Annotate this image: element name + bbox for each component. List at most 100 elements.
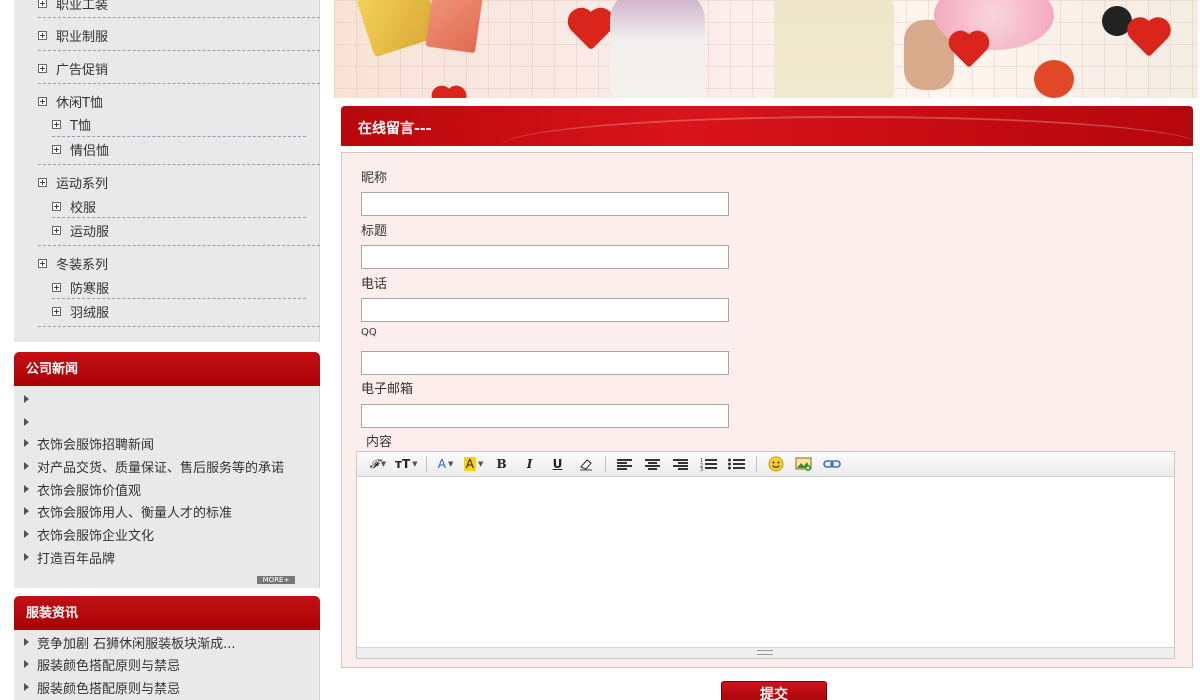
submit-button[interactable]: 提交 <box>721 681 827 700</box>
news-item[interactable] <box>24 389 316 409</box>
expand-icon <box>52 225 61 235</box>
bullet-icon <box>24 683 29 691</box>
nickname-label: 昵称 <box>361 171 388 186</box>
news-item[interactable]: 衣饰会服饰用人、衡量人才的标准 <box>24 501 316 521</box>
eraser-icon[interactable] <box>575 455 597 473</box>
model-figure-graphic <box>610 0 705 98</box>
bullet-icon <box>24 530 29 538</box>
divider <box>38 83 320 84</box>
insert-image-icon[interactable] <box>793 455 815 473</box>
divider <box>38 17 320 18</box>
divider <box>38 326 320 327</box>
font-family-button[interactable]: 𝓕 ▼ <box>367 455 389 473</box>
divider <box>38 164 320 165</box>
bullet-icon <box>24 418 29 426</box>
unordered-list-icon[interactable] <box>726 455 748 473</box>
align-left-icon[interactable] <box>614 455 636 473</box>
expand-icon <box>52 144 61 154</box>
news-item[interactable]: 衣饰会服饰招聘新闻 <box>24 433 316 453</box>
category-tree: 职业工装 职业制服 广告促销 休闲T恤 T恤 情侣恤 运动系列 校服 运动服 冬… <box>14 0 320 342</box>
bullet-icon <box>24 553 29 561</box>
bold-button[interactable]: B <box>491 455 513 473</box>
more-button[interactable]: MORE+ <box>257 576 295 584</box>
subcategory-item[interactable]: T恤 <box>52 113 306 135</box>
font-size-button[interactable]: тT ▼ <box>395 455 418 473</box>
expand-icon <box>38 63 47 73</box>
font-color-button[interactable]: A ▼ <box>435 455 457 473</box>
expand-icon <box>38 30 47 40</box>
subcategory-item[interactable]: 羽绒服 <box>52 300 306 322</box>
expand-icon <box>52 119 61 129</box>
link-icon[interactable] <box>821 455 843 473</box>
news-item[interactable]: 打造百年品牌 <box>24 547 316 567</box>
fashion-info-list: 竞争加剧 石狮休闲服装板块渐成... 服装颜色搭配原则与禁忌 服装颜色搭配原则与… <box>14 630 320 700</box>
category-item[interactable]: 职业制服 <box>38 24 306 46</box>
heart-icon <box>434 88 464 98</box>
shopping-bag-graphic <box>425 0 483 54</box>
content-textarea[interactable] <box>357 477 1174 647</box>
dropdown-icon: ▼ <box>447 460 454 468</box>
nickname-input[interactable] <box>361 192 729 216</box>
message-section-header: 在线留言--- <box>341 106 1193 146</box>
category-item[interactable]: 广告促销 <box>38 57 306 79</box>
italic-button[interactable]: I <box>519 455 541 473</box>
divider <box>52 136 306 137</box>
subcategory-item[interactable]: 情侣恤 <box>52 138 306 160</box>
fashion-info-title: 服装资讯 <box>14 596 320 630</box>
email-label: 电子邮箱 <box>361 382 414 397</box>
editor-toolbar: 𝓕 ▼ тT ▼ A ▼ A ▼ B I U 123 <box>357 452 1174 477</box>
phone-input[interactable] <box>361 298 729 322</box>
left-sidebar: 职业工装 职业制服 广告促销 休闲T恤 T恤 情侣恤 运动系列 校服 运动服 冬… <box>0 0 332 700</box>
news-item[interactable]: 对产品交货、质量保证、售后服务等的承诺 <box>24 456 316 476</box>
decorative-swoosh <box>501 116 1193 146</box>
category-item[interactable]: 职业工装 <box>38 0 306 14</box>
toolbar-separator <box>425 456 427 472</box>
bullet-icon <box>24 439 29 447</box>
bullet-icon <box>24 507 29 515</box>
company-news-list: 衣饰会服饰招聘新闻 对产品交货、质量保证、售后服务等的承诺 衣饰会服饰价值观 衣… <box>14 386 320 588</box>
news-item[interactable] <box>24 412 316 432</box>
resize-grip-icon <box>757 650 773 655</box>
subject-label: 标题 <box>361 224 388 239</box>
align-center-icon[interactable] <box>642 455 664 473</box>
dropdown-icon: ▼ <box>412 460 418 468</box>
email-input[interactable] <box>361 404 729 428</box>
resize-handle[interactable] <box>357 647 1174 658</box>
news-item[interactable]: 竞争加剧 石狮休闲服装板块渐成... <box>24 632 316 652</box>
banner-image <box>334 0 1198 98</box>
subcategory-item[interactable]: 运动服 <box>52 219 306 241</box>
content-label: 内容 <box>366 435 393 450</box>
qq-input[interactable] <box>361 351 729 375</box>
svg-text:3: 3 <box>700 467 703 471</box>
highlight-color-button[interactable]: A ▼ <box>463 455 485 473</box>
expand-icon <box>52 201 61 211</box>
message-section-title: 在线留言--- <box>358 121 432 137</box>
category-item[interactable]: 冬装系列 <box>38 252 306 274</box>
news-item[interactable]: 服装颜色搭配原则与禁忌 <box>24 654 316 674</box>
bullet-icon <box>24 395 29 403</box>
news-item[interactable]: 服装颜色搭配原则与禁忌 <box>24 677 316 697</box>
flower-graphic <box>1034 60 1074 98</box>
subject-input[interactable] <box>361 245 729 269</box>
company-news-title: 公司新闻 <box>14 352 320 386</box>
ordered-list-icon[interactable]: 123 <box>698 455 720 473</box>
bullet-icon <box>24 485 29 493</box>
dropdown-icon: ▼ <box>477 460 484 468</box>
subcategory-item[interactable]: 防寒服 <box>52 276 306 298</box>
underline-button[interactable]: U <box>547 455 569 473</box>
subcategory-item[interactable]: 校服 <box>52 195 306 217</box>
align-right-icon[interactable] <box>670 455 692 473</box>
expand-icon <box>38 177 47 187</box>
news-item[interactable]: 衣饰会服饰企业文化 <box>24 524 316 544</box>
expand-icon <box>52 282 61 292</box>
emoticon-icon[interactable] <box>765 455 787 473</box>
rich-text-editor: 𝓕 ▼ тT ▼ A ▼ A ▼ B I U 123 <box>356 451 1175 659</box>
news-item[interactable]: 衣饰会服饰价值观 <box>24 479 316 499</box>
category-item[interactable]: 运动系列 <box>38 171 306 193</box>
main-content: 在线留言--- 昵称 标题 电话 QQ 电子邮箱 内容 𝓕 ▼ тT ▼ A ▼ A ▼… <box>332 0 1200 700</box>
expand-icon <box>38 258 47 268</box>
bullet-icon <box>24 660 29 668</box>
divider <box>52 217 306 218</box>
category-item[interactable]: 休闲T恤 <box>38 90 306 112</box>
qq-label: QQ <box>361 327 377 338</box>
